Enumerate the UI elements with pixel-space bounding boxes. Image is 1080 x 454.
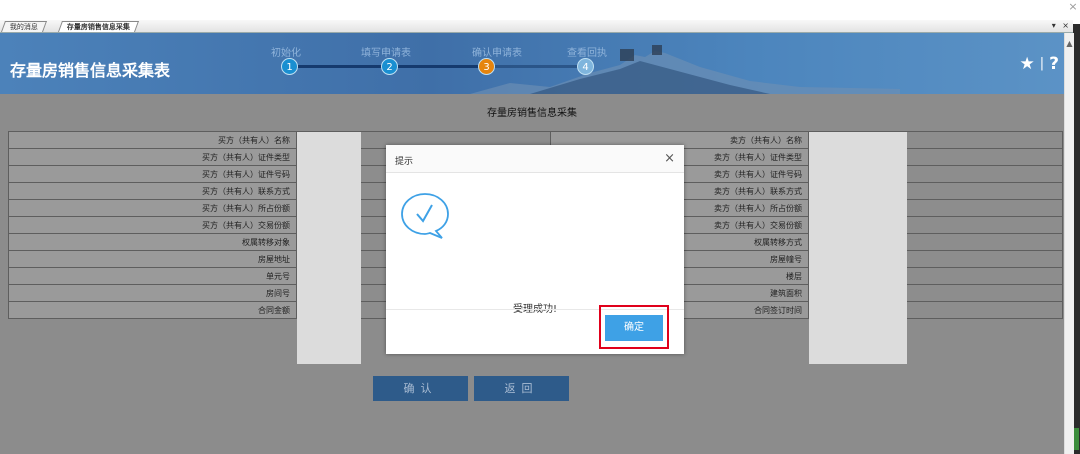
success-check-icon (401, 193, 449, 239)
tab-my-messages[interactable]: 我的消息 (0, 21, 48, 32)
window-close-icon[interactable]: × (1066, 0, 1080, 14)
buyer-field-label: 单元号 (8, 267, 297, 285)
help-icon[interactable]: ? (1049, 54, 1059, 74)
buyer-field-label: 权属转移对象 (8, 233, 297, 251)
step-4-badge: 4 (577, 58, 594, 75)
buyer-field-label: 买方（共有人）所占份额 (8, 199, 297, 217)
dialog-header: 提示 × (386, 145, 684, 173)
page-title: 存量房销售信息采集表 (10, 61, 171, 80)
step-2-badge: 2 (381, 58, 398, 75)
step-connector-1 (290, 65, 390, 68)
buyer-field-label: 买方（共有人）证件类型 (8, 148, 297, 166)
buyer-values-panel (297, 132, 361, 364)
buyer-field-label: 买方（共有人）交易份额 (8, 216, 297, 234)
dialog-title: 提示 (395, 157, 414, 167)
buyer-field-label: 房屋地址 (8, 250, 297, 268)
scroll-up-icon[interactable]: ▲ (1065, 39, 1074, 48)
form-title: 存量房销售信息采集 (487, 108, 577, 119)
step-connector-3 (487, 65, 585, 68)
star-icon[interactable]: ★ (1019, 54, 1034, 74)
buyer-field-label: 买方（共有人）名称 (8, 131, 297, 149)
vertical-scrollbar[interactable]: ▲ (1064, 33, 1074, 454)
step-connector-2 (390, 65, 487, 68)
step-label-receipt: 查看回执 (567, 48, 607, 59)
tab-controls[interactable]: ▾ × (1052, 20, 1071, 32)
step-1-badge: 1 (281, 58, 298, 75)
dialog-close-icon[interactable]: × (664, 151, 675, 166)
header-icons: ★ |? (1019, 54, 1059, 74)
ok-highlight-box: 确定 (599, 305, 669, 349)
buyer-field-label: 买方（共有人）证件号码 (8, 165, 297, 183)
step-3-badge: 3 (478, 58, 495, 75)
buyer-field-label: 合同金额 (8, 301, 297, 319)
buyer-field-label: 买方（共有人）联系方式 (8, 182, 297, 200)
step-label-confirm: 确认申请表 (472, 48, 522, 59)
tab-sales-collection[interactable]: 存量房销售信息采集 (57, 21, 140, 32)
seller-values-panel (809, 132, 907, 364)
icon-separator: | (1039, 56, 1045, 71)
alert-dialog: 提示 × 受理成功! 确定 (386, 145, 684, 354)
page-header: 初始化 填写申请表 确认申请表 查看回执 1 2 3 4 存量房销售信息采集表 … (0, 33, 1073, 94)
right-edge-bar (1073, 24, 1080, 454)
tab-strip: 我的消息 存量房销售信息采集 ▾ × (0, 20, 1073, 33)
confirm-button[interactable]: 确认 (373, 376, 468, 401)
step-label-fill: 填写申请表 (361, 48, 411, 59)
edge-marker (1074, 428, 1079, 450)
back-button[interactable]: 返回 (474, 376, 569, 401)
ok-button[interactable]: 确定 (605, 315, 663, 341)
step-label-init: 初始化 (271, 48, 301, 59)
buyer-field-label: 房间号 (8, 284, 297, 302)
